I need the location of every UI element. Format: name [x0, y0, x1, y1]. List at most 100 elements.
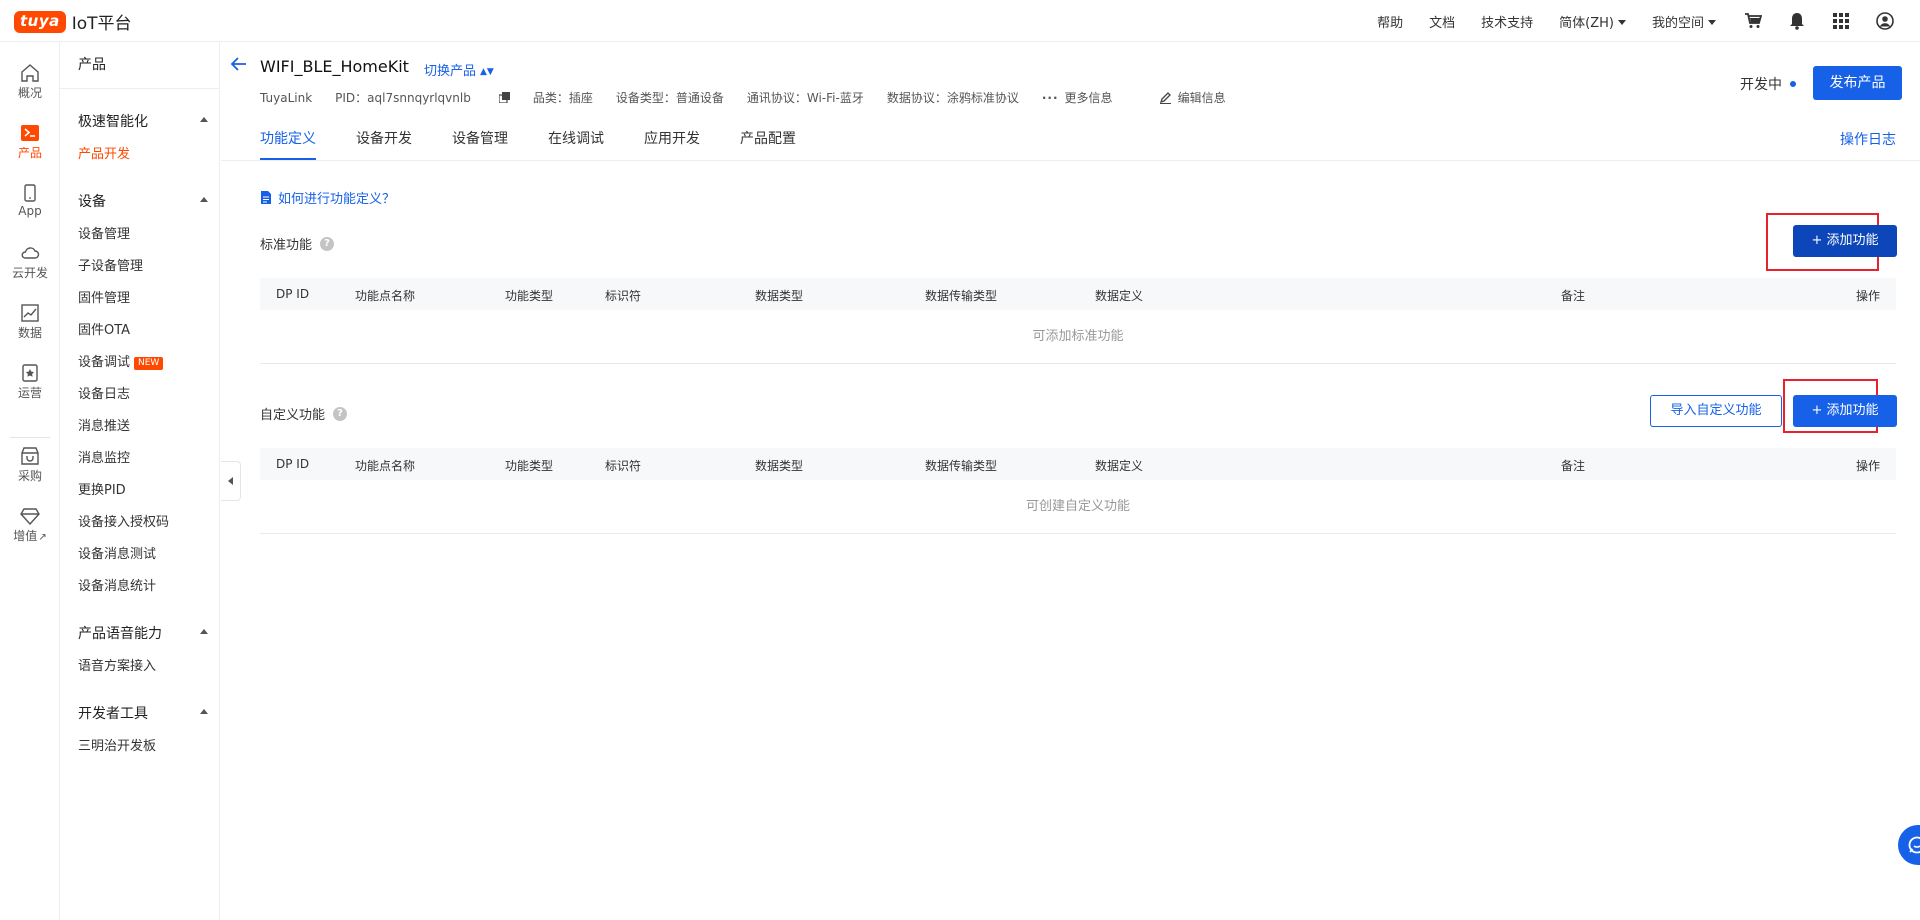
- home-icon: [21, 64, 39, 82]
- collapse-arrow-icon: [200, 117, 208, 122]
- tab-device-development[interactable]: 设备开发: [356, 128, 412, 158]
- column-header: 操作: [1855, 289, 1880, 303]
- space-dropdown[interactable]: 我的空间: [1652, 12, 1716, 31]
- rail-item-product[interactable]: 产品: [0, 124, 60, 161]
- sidebar-group-voice[interactable]: 产品语音能力: [78, 623, 208, 643]
- rail-item-value-added[interactable]: 增值↗: [0, 507, 60, 544]
- main-content: WIFI_BLE_HomeKit 切换产品 ▲▼ TuyaLink PID：aql…: [221, 42, 1920, 920]
- cloud-icon: [21, 247, 40, 259]
- phone-icon: [24, 184, 36, 202]
- collapse-arrow-icon: [200, 629, 208, 634]
- terminal-icon: [21, 125, 39, 141]
- sidebar-group-title: 极速智能化: [78, 114, 148, 130]
- import-custom-function-button[interactable]: 导入自定义功能: [1650, 395, 1782, 427]
- sidebar-item-auth-code[interactable]: 设备接入授权码: [78, 511, 169, 530]
- sidebar-item-product-dev[interactable]: 产品开发: [78, 143, 130, 162]
- external-link-icon: ↗: [38, 532, 47, 543]
- rail-item-overview[interactable]: 概况: [0, 64, 60, 101]
- bell-icon[interactable]: [1786, 10, 1808, 32]
- sidebar-item-message-stats[interactable]: 设备消息统计: [78, 575, 156, 594]
- diamond-icon: [20, 508, 40, 525]
- logo-brand: tuya: [14, 10, 66, 33]
- operation-log-link[interactable]: 操作日志: [1840, 129, 1896, 149]
- sidebar-item-sandwich-board[interactable]: 三明治开发板: [78, 735, 156, 754]
- meta-category: 品类：插座: [532, 91, 593, 105]
- sidebar-item-voice-access[interactable]: 语音方案接入: [78, 655, 156, 674]
- rail-item-purchase[interactable]: 采购: [0, 447, 60, 484]
- rail-label: 云开发: [11, 266, 48, 280]
- rail-item-ops[interactable]: 运营: [0, 364, 60, 401]
- switch-product-label: 切换产品: [424, 64, 477, 79]
- add-custom-function-button[interactable]: + 添加功能: [1793, 395, 1897, 427]
- column-header: DP ID: [276, 287, 310, 301]
- tab-online-debug[interactable]: 在线调试: [548, 128, 604, 158]
- docs-link[interactable]: 文档: [1429, 12, 1455, 31]
- shop-icon: [21, 447, 39, 465]
- rail-label: 概况: [17, 86, 42, 100]
- back-arrow-icon[interactable]: [230, 56, 248, 76]
- add-standard-function-button[interactable]: + 添加功能: [1793, 225, 1897, 257]
- meta-data-protocol: 数据协议：涂鸦标准协议: [886, 91, 1019, 105]
- sidebar-item-message-monitor[interactable]: 消息监控: [78, 447, 130, 466]
- column-header: 标识符: [605, 289, 642, 303]
- sidebar-header: 产品: [60, 42, 219, 89]
- rail-label: App: [18, 204, 42, 218]
- top-nav: 帮助 文档 技术支持 简体(ZH) 我的空间: [1377, 0, 1920, 42]
- sidebar-item-change-pid[interactable]: 更换PID: [78, 479, 126, 498]
- help-link[interactable]: 帮助: [1377, 12, 1403, 31]
- help-question-icon[interactable]: ?: [320, 236, 335, 251]
- rail-divider: [10, 437, 50, 438]
- tab-function-definition[interactable]: 功能定义: [260, 128, 316, 160]
- sidebar-item-firmware-management[interactable]: 固件管理: [78, 287, 130, 306]
- sidebar-item-message-push[interactable]: 消息推送: [78, 415, 130, 434]
- apps-grid-icon[interactable]: [1830, 10, 1852, 32]
- tab-product-config[interactable]: 产品配置: [740, 128, 796, 158]
- publish-product-button[interactable]: 发布产品: [1813, 66, 1902, 100]
- switch-product-button[interactable]: 切换产品 ▲▼: [424, 60, 494, 79]
- user-icon[interactable]: [1874, 10, 1896, 32]
- sidebar-group-title: 设备: [78, 194, 106, 210]
- cart-icon[interactable]: [1742, 10, 1764, 32]
- empty-state: 可创建自定义功能: [260, 480, 1896, 534]
- sidebar-item-message-test[interactable]: 设备消息测试: [78, 543, 156, 562]
- more-info-label: 更多信息: [1064, 91, 1113, 105]
- collapse-arrow-icon: [200, 197, 208, 202]
- sidebar-group-fast-intelligence[interactable]: 极速智能化: [78, 111, 208, 131]
- rail-item-cloud[interactable]: 云开发: [0, 244, 60, 281]
- new-badge: NEW: [134, 357, 164, 370]
- more-dots-icon: ···: [1041, 90, 1059, 105]
- column-header: 操作: [1855, 459, 1880, 473]
- meta-device-type: 设备类型：普通设备: [615, 91, 724, 105]
- logo[interactable]: tuya IoT平台: [14, 9, 132, 34]
- tab-bar: 功能定义 设备开发 设备管理 在线调试 应用开发 产品配置: [260, 128, 836, 160]
- edit-info-link[interactable]: 编辑信息: [1159, 89, 1249, 106]
- rail-item-app[interactable]: App: [0, 184, 60, 218]
- sidebar-item-firmware-ota[interactable]: 固件OTA: [78, 319, 130, 338]
- meta-comm-protocol: 通讯协议：Wi-Fi-蓝牙: [746, 91, 864, 105]
- sidebar-item-device-management[interactable]: 设备管理: [78, 223, 130, 242]
- top-bar: tuya IoT平台 帮助 文档 技术支持 简体(ZH) 我的空间: [0, 0, 1920, 42]
- sidebar-item-device-debug[interactable]: 设备调试 NEW: [78, 351, 164, 370]
- chevron-down-icon: [1617, 19, 1626, 25]
- language-dropdown[interactable]: 简体(ZH): [1559, 12, 1626, 31]
- sidebar-group-dev-tools[interactable]: 开发者工具: [78, 703, 208, 723]
- help-question-icon[interactable]: ?: [333, 406, 348, 421]
- edit-info-label: 编辑信息: [1177, 91, 1226, 105]
- support-link[interactable]: 技术支持: [1481, 12, 1533, 31]
- sidebar-item-subdevice-management[interactable]: 子设备管理: [78, 255, 143, 274]
- tab-app-development[interactable]: 应用开发: [644, 128, 700, 158]
- space-label: 我的空间: [1651, 15, 1704, 31]
- tab-device-management[interactable]: 设备管理: [452, 128, 508, 158]
- sidebar-item-device-log[interactable]: 设备日志: [78, 383, 130, 402]
- copy-icon[interactable]: [498, 92, 510, 103]
- chat-support-button[interactable]: [1898, 825, 1920, 865]
- more-info-link[interactable]: ··· 更多信息: [1042, 89, 1136, 106]
- rail-item-data[interactable]: 数据: [0, 304, 60, 341]
- howto-link[interactable]: 如何进行功能定义？: [260, 188, 395, 207]
- product-title: WIFI_BLE_HomeKit: [260, 57, 409, 76]
- rail-label: 增值: [13, 529, 38, 543]
- sidebar-group-device[interactable]: 设备: [78, 191, 208, 211]
- meta-link: TuyaLink: [260, 90, 313, 105]
- column-header: 数据类型: [755, 289, 804, 303]
- collapse-arrow-icon: [200, 709, 208, 714]
